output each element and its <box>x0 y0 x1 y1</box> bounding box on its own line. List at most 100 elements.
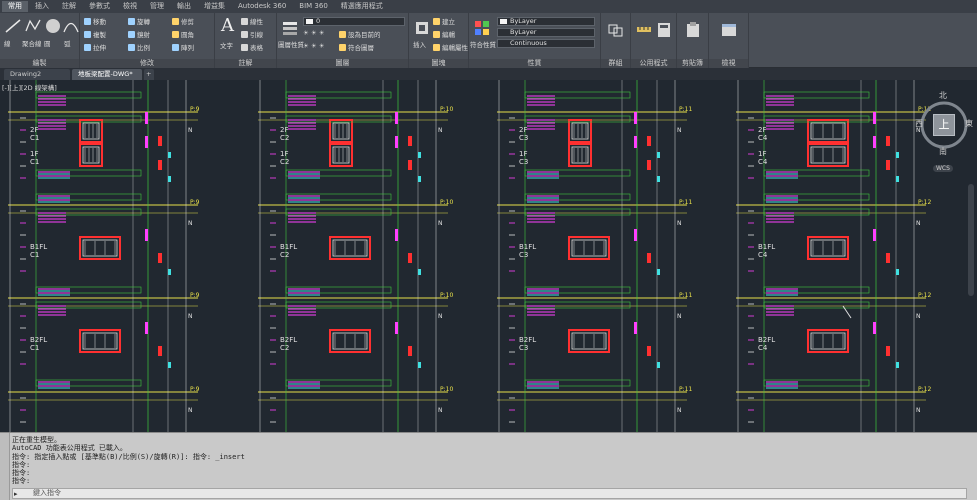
ribbon-tab[interactable]: 輸出 <box>171 1 197 12</box>
viewcube-west[interactable]: 西 <box>915 118 923 129</box>
ribbon-tab[interactable]: Autodesk 360 <box>232 1 292 12</box>
doc-tab-drawing2[interactable]: Drawing2 <box>4 69 70 80</box>
viewcube[interactable]: 北 南 西 東 上 WCS <box>913 88 975 178</box>
calculator-icon[interactable] <box>655 21 673 39</box>
clipboard-group-label[interactable]: 剪貼簿 <box>677 59 708 68</box>
rebar-mark <box>168 176 171 182</box>
modify-group-label[interactable]: 修改 <box>80 59 214 68</box>
match-layer-button[interactable]: 符合圖層 <box>339 42 374 52</box>
rebar-mark <box>886 253 890 263</box>
ribbon-tab[interactable] <box>390 1 402 12</box>
layer-tools-icons[interactable]: ☀ ☀ ☀ <box>303 29 325 37</box>
viewcube-east[interactable]: 東 <box>965 118 973 129</box>
view-group-label[interactable]: 檢視 <box>709 59 748 68</box>
utilities-group-label[interactable]: 公用程式 <box>631 59 676 68</box>
cad-drawing[interactable]: 2FC1P:9N1FC1P:9NB1FLC1P:9NB2FLC1P:9N2FC2… <box>0 80 977 432</box>
doc-tab-active[interactable]: 地板梁配置-DWG* <box>72 69 142 80</box>
column-stirrup <box>82 332 118 350</box>
new-tab-button[interactable]: + <box>144 69 154 80</box>
ribbon-tab[interactable]: 檢視 <box>117 1 143 12</box>
polyline-label: 聚合線 <box>22 40 42 48</box>
group-icon[interactable] <box>607 21 625 39</box>
note-frame <box>35 91 142 99</box>
properties-group: 符合性質 ByLayer ByLayer Continuous 性質 <box>469 13 601 68</box>
ribbon-panel: 線 聚合線 圓 弧 繪製 移動 旋轉 修剪 複製 鏡射 圓角 拉伸 比例 陣列 … <box>0 13 977 68</box>
rebar-mark <box>873 112 876 124</box>
navigation-bar[interactable] <box>968 184 974 296</box>
viewcube-north[interactable]: 北 <box>939 90 947 101</box>
note-frame <box>524 169 631 177</box>
paste-icon[interactable] <box>684 21 702 39</box>
rebar-mark <box>395 229 398 241</box>
match-properties-icon[interactable] <box>473 19 491 37</box>
fillet-button[interactable]: 圓角 <box>172 29 194 39</box>
ribbon-tab[interactable]: 管理 <box>144 1 170 12</box>
viewport-controls[interactable]: [-][上][2D 線架構] <box>2 82 57 92</box>
linetype-dropdown[interactable]: ByLayer <box>497 28 595 37</box>
lineweight-dropdown[interactable]: Continuous <box>497 39 595 48</box>
insert-block-icon[interactable] <box>413 19 431 37</box>
circle-label: 圓 <box>44 40 51 48</box>
layer-properties-icon[interactable] <box>281 19 299 37</box>
copy-button[interactable]: 複製 <box>84 29 106 39</box>
dimension-button[interactable]: 線性 <box>241 16 263 26</box>
table-button[interactable]: 表格 <box>241 42 263 52</box>
line-icon[interactable] <box>4 17 22 35</box>
circle-icon[interactable] <box>44 17 62 35</box>
ribbon-tab[interactable]: 註解 <box>56 1 82 12</box>
level-mark: P:9 <box>190 199 200 206</box>
layers-group-label[interactable]: 圖層 <box>277 59 408 68</box>
mirror-icon <box>128 31 135 38</box>
ribbon-tab[interactable]: 參數式 <box>83 1 116 12</box>
block-group-label[interactable]: 圖塊 <box>409 59 468 68</box>
layer-tools-icons-2[interactable]: ☀ ☀ ☀ <box>303 42 325 50</box>
view-group: 檢視 <box>709 13 749 68</box>
viewcube-south[interactable]: 南 <box>939 146 947 157</box>
column-label: C3 <box>519 344 528 352</box>
rotate-button[interactable]: 旋轉 <box>128 16 150 26</box>
groups-group-label[interactable]: 群組 <box>601 59 630 68</box>
mirror-button[interactable]: 鏡射 <box>128 29 150 39</box>
ribbon-tab[interactable]: BIM 360 <box>293 1 334 12</box>
array-button[interactable]: 陣列 <box>172 42 194 52</box>
arc-label: 弧 <box>64 40 71 48</box>
ribbon-tab[interactable]: 增益集 <box>198 1 231 12</box>
trim-button[interactable]: 修剪 <box>172 16 194 26</box>
column-label: C2 <box>280 158 289 166</box>
ribbon-tab[interactable]: 常用 <box>2 1 28 12</box>
edit-attr-button[interactable]: 編輯屬性 <box>433 42 468 52</box>
properties-group-label[interactable]: 性質 <box>469 59 600 68</box>
command-input[interactable]: 鍵入指令 <box>12 488 967 499</box>
note-frame <box>285 208 392 216</box>
direction-label: N <box>916 407 921 414</box>
set-current-button[interactable]: 設為目前的 <box>339 29 381 39</box>
layer-dropdown[interactable]: 0 <box>303 17 405 26</box>
history-line: 指令: 指定插入點或 [基準點(B)/比例(S)/旋轉(R)]: 指令: _in… <box>12 452 245 461</box>
measure-icon[interactable] <box>635 21 653 39</box>
polyline-icon[interactable] <box>24 17 42 35</box>
command-line-grip[interactable] <box>0 433 10 500</box>
edit-block-button[interactable]: 編輯 <box>433 29 455 39</box>
line-label: 線 <box>4 40 11 48</box>
note-frame <box>285 193 392 201</box>
color-dropdown[interactable]: ByLayer <box>497 17 595 26</box>
annotation-group-label[interactable]: 註解 <box>215 59 276 68</box>
floor-label: 2F <box>758 126 766 134</box>
draw-group-label[interactable]: 繪製 <box>0 59 79 68</box>
drawing-viewport[interactable]: 2F C1 P:9 N 1F C1 P:9 N B1FL C1 P:9 N B2FL C1 P:9 N 2F C2… <box>0 80 977 432</box>
stretch-button[interactable]: 拉伸 <box>84 42 106 52</box>
ribbon-tab[interactable]: 插入 <box>29 1 55 12</box>
arc-icon[interactable] <box>62 17 80 35</box>
groups-group: 群組 <box>601 13 631 68</box>
rebar-mark <box>634 229 637 241</box>
text-icon[interactable]: A <box>221 15 234 36</box>
scale-button[interactable]: 比例 <box>128 42 150 52</box>
viewcube-top-face[interactable]: 上 <box>933 114 955 136</box>
column-stirrup <box>332 332 368 350</box>
view-icon[interactable] <box>720 21 738 39</box>
move-button[interactable]: 移動 <box>84 16 106 26</box>
ribbon-tab[interactable]: 精選應用程式 <box>335 1 389 12</box>
create-block-button[interactable]: 建立 <box>433 16 455 26</box>
leader-button[interactable]: 引線 <box>241 29 263 39</box>
wcs-menu[interactable]: WCS <box>933 165 953 172</box>
